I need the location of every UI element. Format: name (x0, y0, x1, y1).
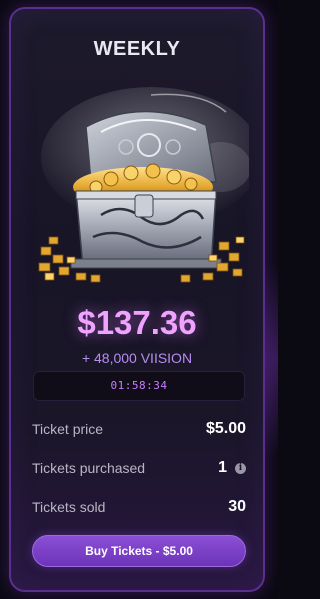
countdown-timer: 01:58:34 (33, 371, 245, 401)
bonus-reward: + 48,000 VIISION (81, 350, 193, 366)
ticket-price-value: $5.00 (205, 420, 246, 437)
tickets-purchased-group: 1 i (218, 459, 246, 477)
card-title: WEEKLY (93, 38, 181, 60)
tickets-purchased-label: Tickets purchased (32, 460, 146, 476)
page: WEEKLY $137.36 + 48,000 VIISION 01:58:34… (0, 0, 278, 599)
ticket-price-row: Ticket price $5.00 (32, 418, 246, 440)
tickets-sold-value: 30 (228, 498, 246, 515)
treasure-chest-icon (38, 87, 261, 283)
info-icon[interactable]: i (235, 462, 246, 474)
tickets-purchased-row: Tickets purchased 1 i (32, 457, 246, 479)
buy-tickets-button[interactable]: Buy Tickets - $5.00 (32, 535, 246, 567)
treasure-chest-image (31, 87, 261, 287)
tickets-sold-row: Tickets sold 30 (32, 496, 246, 518)
tickets-sold-label: Tickets sold (32, 499, 106, 515)
ticket-price-label: Ticket price (32, 421, 104, 437)
tickets-purchased-value: 1 (218, 459, 227, 476)
prize-amount: $137.36 (77, 304, 197, 341)
weekly-lottery-card: WEEKLY $137.36 + 48,000 VIISION 01:58:34… (9, 7, 265, 592)
